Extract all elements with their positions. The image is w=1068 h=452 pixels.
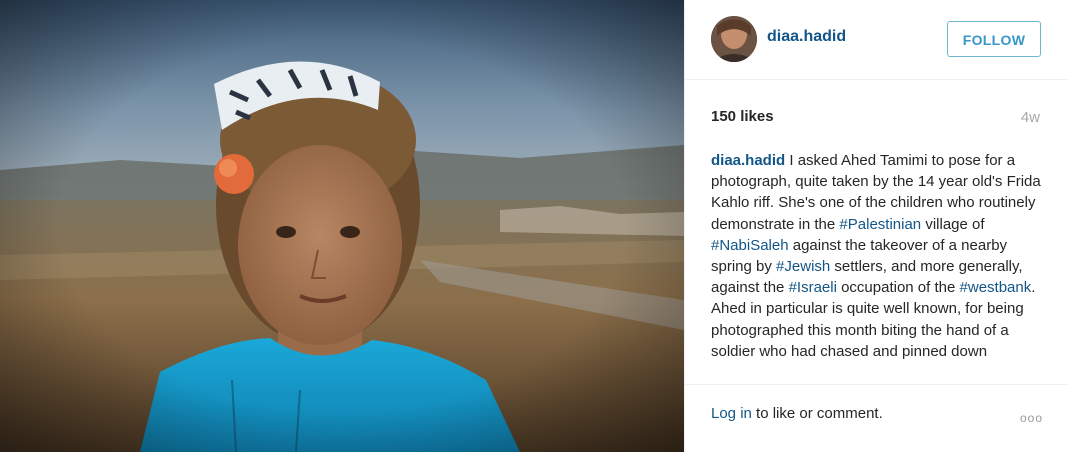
caption: diaa.hadid I asked Ahed Tamimi to pose f…	[711, 150, 1045, 362]
caption-text-5: occupation of the	[836, 279, 960, 297]
post-footer: Log in to like or comment. ooo	[685, 384, 1068, 452]
hashtag-nabisaleh[interactable]: #NabiSaleh	[711, 237, 789, 254]
hashtag-westbank[interactable]: #westbank	[960, 279, 1032, 296]
caption-username[interactable]: diaa.hadid	[711, 152, 785, 169]
avatar[interactable]	[711, 16, 757, 62]
post-sidebar: diaa.hadid FOLLOW 150 likes 4w diaa.hadi…	[684, 0, 1068, 452]
caption-text-2: village of	[921, 215, 985, 233]
hashtag-jewish[interactable]: #Jewish	[776, 258, 830, 275]
username-link[interactable]: diaa.hadid	[767, 28, 846, 46]
post-photo[interactable]	[0, 0, 684, 452]
post-header: diaa.hadid FOLLOW	[685, 0, 1068, 80]
login-link[interactable]: Log in	[711, 405, 752, 422]
likes-count[interactable]: 150 likes	[711, 108, 774, 125]
login-prompt-text: to like or comment.	[751, 405, 883, 422]
post-age[interactable]: 4w	[1021, 109, 1040, 126]
hashtag-israeli[interactable]: #Israeli	[789, 279, 837, 296]
hashtag-palestinian[interactable]: #Palestinian	[839, 216, 921, 233]
login-prompt: Log in to like or comment.	[711, 405, 883, 422]
follow-button[interactable]: FOLLOW	[947, 21, 1041, 57]
photo-image	[0, 0, 684, 452]
more-options-icon[interactable]: ooo	[1020, 411, 1043, 425]
post-container: diaa.hadid FOLLOW 150 likes 4w diaa.hadi…	[0, 0, 1068, 452]
